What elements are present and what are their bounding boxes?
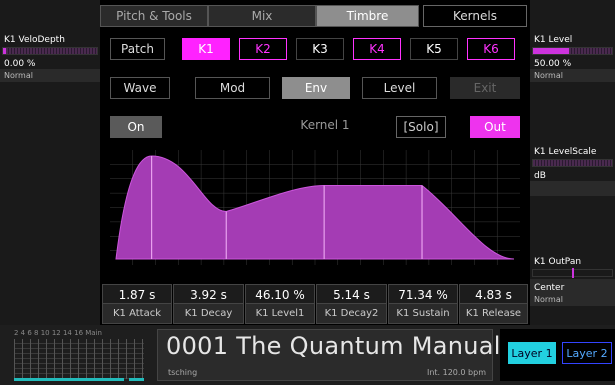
outpan-title: K1 OutPan — [534, 257, 582, 267]
decay-value: 3.92 s — [173, 284, 244, 304]
preset-display[interactable]: 0001 The Quantum Manual tsching Int. 120… — [157, 329, 500, 381]
level-fill — [533, 48, 569, 54]
solo-button[interactable]: [Solo] — [396, 116, 446, 138]
preset-name: 0001 The Quantum Manual — [166, 332, 501, 360]
level-title: K1 Level — [534, 35, 573, 45]
tab-pitch-tools[interactable]: Pitch & Tools — [100, 5, 208, 27]
sustain-value: 71.34 % — [388, 284, 458, 304]
level-value: 50.00 % — [534, 59, 572, 69]
kernel-on-button[interactable]: On — [110, 116, 162, 138]
decay-label: K1 Decay — [173, 304, 244, 324]
tab-mix[interactable]: Mix — [208, 5, 316, 27]
kernel-k3-button[interactable]: K3 — [296, 38, 344, 60]
wave-button[interactable]: Wave — [110, 77, 170, 99]
decay-param[interactable]: 3.92 s K1 Decay — [173, 284, 244, 325]
tab-timbre[interactable]: Timbre — [316, 5, 419, 27]
outpan-mode[interactable]: Normal — [530, 293, 615, 306]
layer-selector: Layer 1 Layer 2 — [500, 329, 615, 381]
right-param-panel: K1 Level 50.00 % Normal K1 LevelScale dB… — [530, 0, 615, 325]
envelope-graph[interactable] — [110, 150, 520, 265]
outpan-bar[interactable] — [532, 268, 613, 278]
layer-1-button[interactable]: Layer 1 — [508, 342, 556, 364]
preset-tempo: Int. 120.0 bpm — [426, 368, 486, 377]
level1-label: K1 Level1 — [245, 304, 315, 324]
velodepth-mode[interactable]: Normal — [0, 69, 100, 82]
envelope-params: 1.87 s K1 Attack 3.92 s K1 Decay 46.10 %… — [100, 284, 530, 325]
meter-main-level — [129, 378, 144, 381]
velodepth-value: 0.00 % — [4, 59, 36, 69]
levelscale-value: dB — [534, 171, 546, 181]
level-bar[interactable] — [532, 47, 613, 55]
kernel-k4-button[interactable]: K4 — [353, 38, 401, 60]
out-button[interactable]: Out — [470, 116, 520, 138]
release-param[interactable]: 4.83 s K1 Release — [459, 284, 528, 325]
meter-scale: 2 4 6 8 10 12 14 16 Main — [14, 329, 102, 337]
env-button[interactable]: Env — [282, 77, 350, 99]
decay2-param[interactable]: 5.14 s K1 Decay2 — [316, 284, 387, 325]
bottom-bar: 2 4 6 8 10 12 14 16 Main 0001 The Quantu… — [0, 325, 615, 385]
level1-value: 46.10 % — [245, 284, 315, 304]
kernel-k6-button[interactable]: K6 — [467, 38, 515, 60]
release-label: K1 Release — [459, 304, 528, 324]
velodepth-fill — [3, 48, 6, 54]
level-button[interactable]: Level — [362, 77, 437, 99]
levelscale-title: K1 LevelScale — [534, 147, 597, 157]
levelscale-mode[interactable] — [530, 181, 615, 196]
kernel-k1-button[interactable]: K1 — [182, 38, 230, 60]
tab-bar: Pitch & Tools Mix Timbre Kernels — [100, 5, 530, 27]
output-meter: 2 4 6 8 10 12 14 16 Main — [14, 329, 144, 381]
tab-kernels[interactable]: Kernels — [423, 5, 527, 27]
kernel-label: Kernel 1 — [300, 118, 350, 132]
levelscale-bar[interactable] — [532, 159, 613, 167]
attack-label: K1 Attack — [102, 304, 172, 324]
meter-grid — [14, 339, 144, 379]
patch-button[interactable]: Patch — [110, 38, 165, 60]
kernel-k5-button[interactable]: K5 — [410, 38, 458, 60]
outpan-value: Center — [530, 279, 615, 293]
sustain-label: K1 Sustain — [388, 304, 458, 324]
preset-author: tsching — [168, 368, 198, 377]
meter-main-label: Main — [85, 329, 102, 337]
attack-value: 1.87 s — [102, 284, 172, 304]
release-value: 4.83 s — [459, 284, 528, 304]
level1-param[interactable]: 46.10 % K1 Level1 — [245, 284, 315, 325]
velodepth-title: K1 VeloDepth — [4, 35, 65, 45]
mod-button[interactable]: Mod — [195, 77, 270, 99]
meter-level — [14, 378, 124, 381]
main-area: Pitch & Tools Mix Timbre Kernels Patch K… — [100, 0, 530, 325]
exit-button[interactable]: Exit — [450, 77, 520, 99]
kernel-k2-button[interactable]: K2 — [239, 38, 287, 60]
attack-param[interactable]: 1.87 s K1 Attack — [102, 284, 172, 325]
velodepth-bar[interactable] — [2, 47, 98, 55]
sustain-param[interactable]: 71.34 % K1 Sustain — [388, 284, 458, 325]
level-mode[interactable]: Normal — [530, 69, 615, 82]
layer-2-button[interactable]: Layer 2 — [562, 342, 612, 364]
outpan-marker — [571, 268, 574, 278]
decay2-label: K1 Decay2 — [316, 304, 387, 324]
left-param-panel: K1 VeloDepth 0.00 % Normal — [0, 0, 100, 325]
decay2-value: 5.14 s — [316, 284, 387, 304]
